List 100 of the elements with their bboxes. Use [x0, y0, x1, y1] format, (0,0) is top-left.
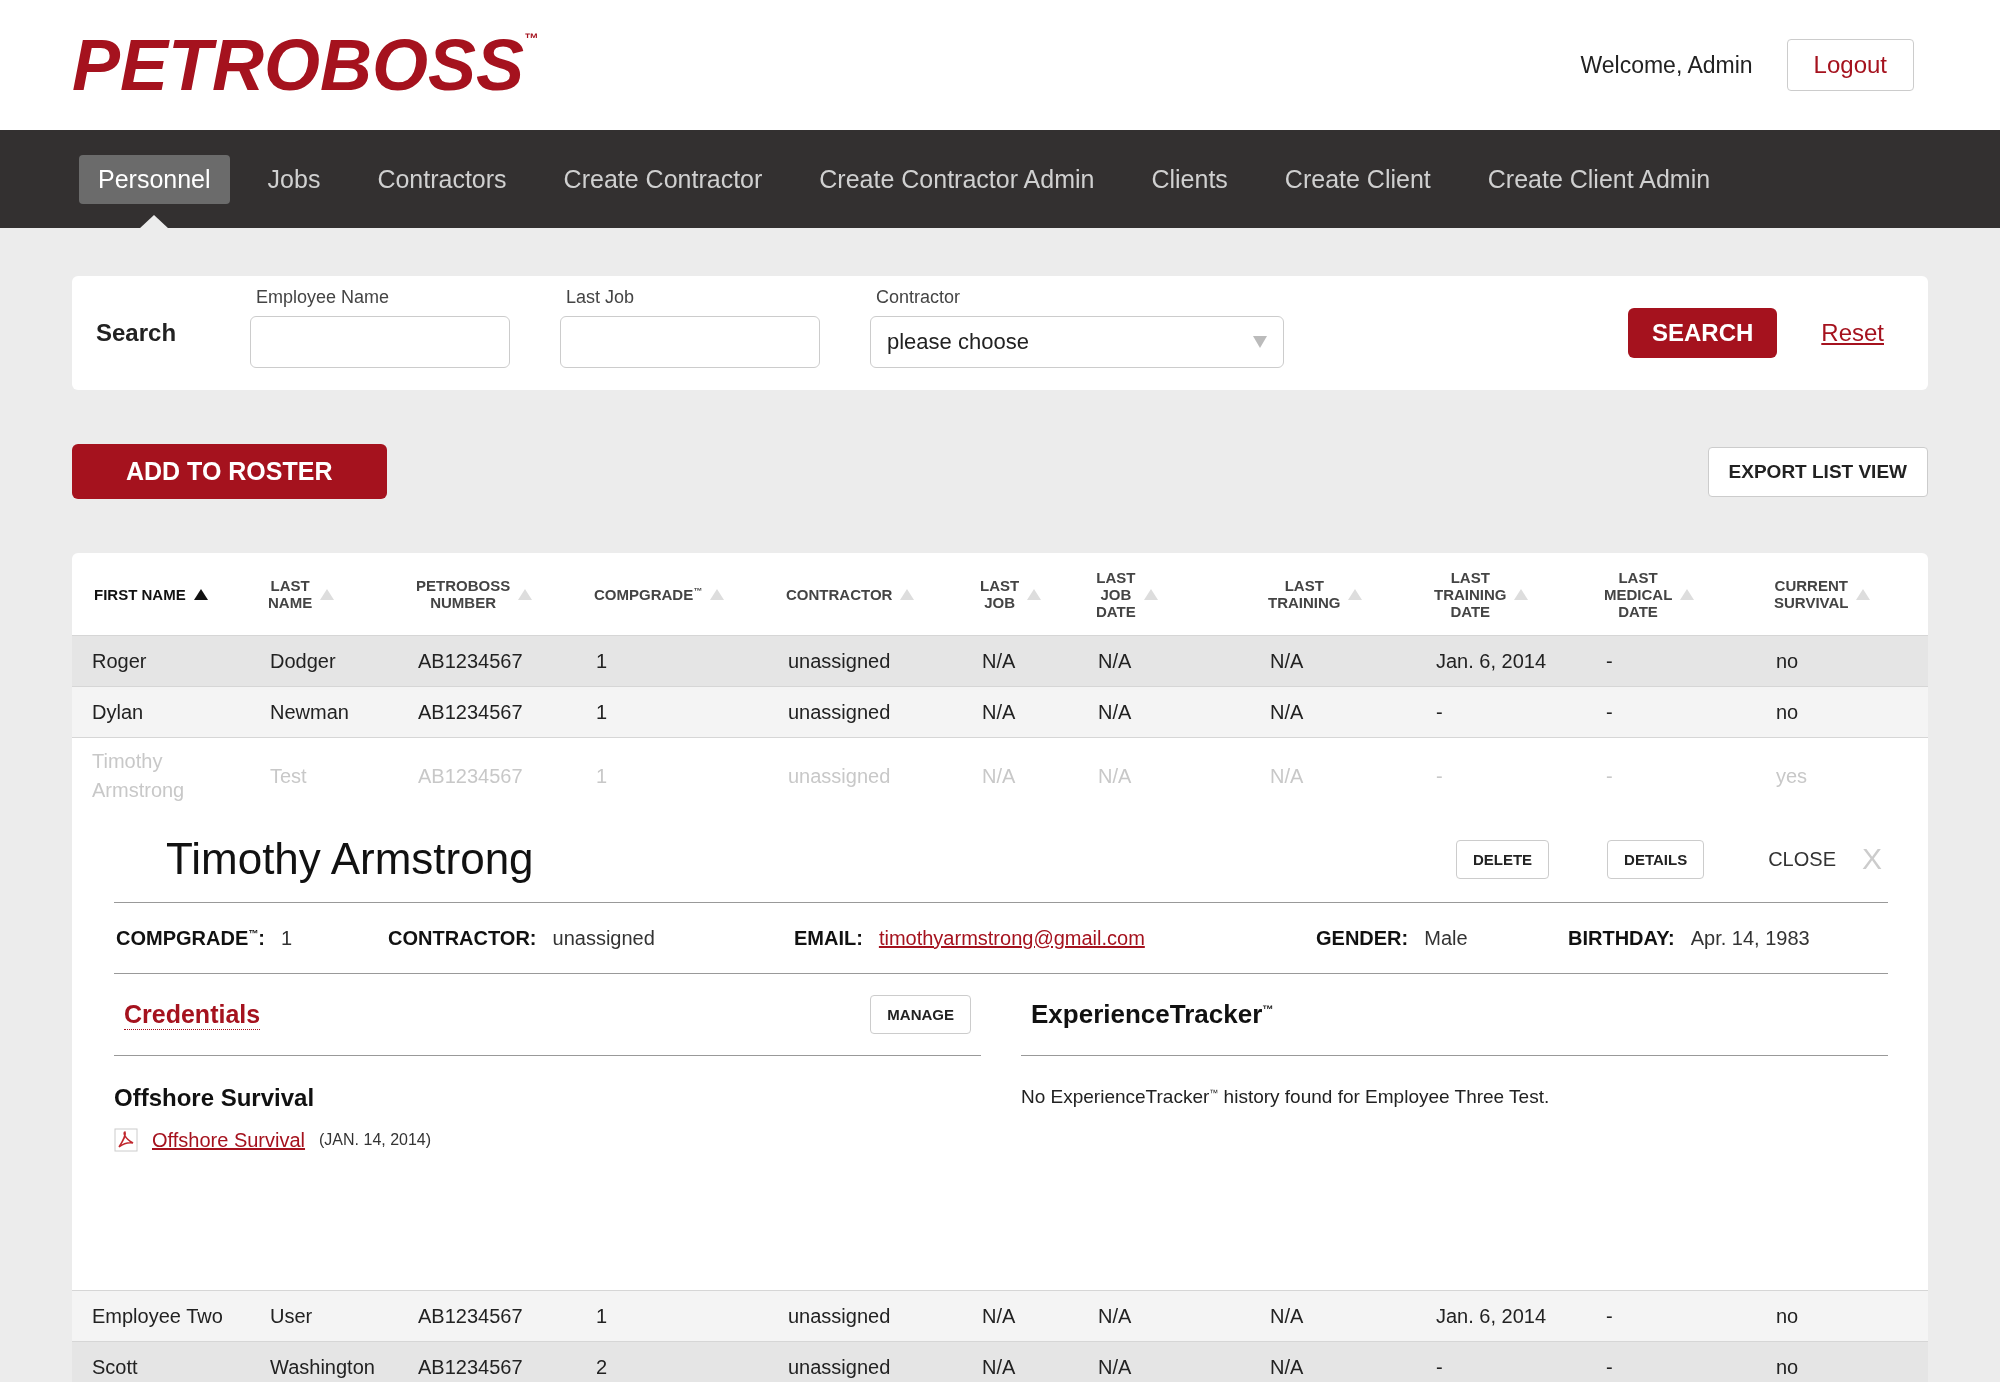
table-cell-text: Jan. 6, 2014: [1435, 1304, 1548, 1328]
nav-tab[interactable]: Jobs: [248, 154, 340, 204]
table-cell-text: no: [1775, 1355, 1800, 1379]
table-cell-text: N/A: [1097, 649, 1133, 673]
field-value: Apr. 14, 1983: [1690, 926, 1810, 950]
nav-tab[interactable]: Create Contractor: [544, 154, 782, 204]
table-row[interactable]: Roger Dodger AB1234567 1 unassigned N/A N/A N/A Jan. 6, 2014 - no: [72, 635, 1928, 686]
field-label: COMPGRADE$^{™}$:: [116, 926, 265, 950]
table-cell-text: no: [1775, 700, 1800, 724]
table-cell-text: N/A: [981, 649, 1017, 673]
table-cell-text: -: [1435, 764, 1444, 788]
table-cell-text: no: [1775, 1304, 1800, 1328]
table-cell-text: 1: [595, 700, 609, 724]
field-label: CONTRACTOR:: [388, 926, 537, 950]
table-cell-text: 1: [595, 649, 609, 673]
table-cell-text: Newman: [269, 700, 350, 724]
field-value: Male: [1424, 926, 1468, 950]
table-cell-text: N/A: [1097, 700, 1133, 724]
welcome-text: Welcome, Admin: [1580, 51, 1753, 79]
table-cell-text: -: [1605, 1355, 1614, 1379]
table-cell-text: -: [1435, 1355, 1444, 1379]
column-header[interactable]: CONTRACTOR: [768, 585, 962, 603]
table-cell-text: User: [269, 1304, 314, 1328]
export-list-view-button[interactable]: EXPORT LIST VIEW: [1707, 446, 1928, 497]
credential-date: (JAN. 14, 2014): [319, 1131, 432, 1149]
table-cell-text: 1: [595, 1304, 609, 1328]
column-header[interactable]: LAST JOB DATE: [1078, 568, 1250, 620]
employee-name: Timothy Armstrong: [166, 834, 534, 884]
table-cell-text: N/A: [981, 1355, 1017, 1379]
column-header[interactable]: PETROBOSS NUMBER: [398, 577, 576, 611]
column-header[interactable]: CURRENT SURVIVAL: [1756, 577, 1928, 611]
search-button[interactable]: SEARCH: [1627, 308, 1778, 358]
field-label: BIRTHDAY:: [1568, 926, 1675, 950]
nav-tab[interactable]: Create Client: [1265, 154, 1450, 204]
logout-button[interactable]: Logout: [1786, 39, 1914, 91]
table-cell-text: -: [1605, 700, 1614, 724]
column-header[interactable]: LAST NAME: [250, 577, 398, 611]
nav-tab[interactable]: Contractors: [358, 154, 526, 204]
table-cell-text: N/A: [1269, 1355, 1305, 1379]
column-header[interactable]: COMPGRADE$^{™}$: [576, 585, 768, 603]
table-cell-text: N/A: [981, 700, 1017, 724]
table-cell-text: unassigned: [787, 649, 892, 673]
table-cell-text: Washington: [269, 1355, 376, 1379]
field-label: GENDER:: [1316, 926, 1409, 950]
input-field[interactable]: [250, 315, 510, 368]
contractor-select[interactable]: please choose: [870, 315, 1284, 368]
nav-tab[interactable]: Create Contractor Admin: [800, 154, 1114, 204]
column-header[interactable]: LAST TRAINING DATE: [1416, 568, 1586, 620]
active-tab-pointer-icon: [139, 214, 170, 229]
table-cell-text: Roger: [91, 649, 148, 673]
credentials-link[interactable]: Credentials: [124, 999, 261, 1030]
experience-tracker-title: ExperienceTracker$^{™}$: [1031, 999, 1274, 1030]
petroboss-logo: PETROBOSS$^{™}$: [72, 24, 539, 106]
table-cell-text: Jan. 6, 2014: [1435, 649, 1548, 673]
field-value: 1: [280, 926, 293, 950]
table-cell-text: N/A: [981, 1304, 1017, 1328]
email-link[interactable]: timothyarmstrong@gmail.com: [878, 926, 1145, 950]
field-label: EMAIL:: [794, 926, 863, 950]
table-cell-text: -: [1605, 1304, 1614, 1328]
credential-group-title: Offshore Survival: [114, 1084, 316, 1112]
table-cell-text: no: [1775, 649, 1800, 673]
table-row[interactable]: Dylan Newman AB1234567 1 unassigned N/A N/A N/A - - no: [72, 686, 1928, 737]
table-cell-text: Scott: [91, 1355, 139, 1379]
table-cell-text: Dylan: [91, 700, 145, 724]
table-cell-text: Employee Two: [91, 1304, 224, 1328]
reset-link[interactable]: Reset: [1821, 319, 1884, 347]
table-cell-text: -: [1605, 649, 1614, 673]
add-to-roster-button[interactable]: ADD TO ROSTER: [72, 444, 387, 499]
column-header[interactable]: LAST MEDICAL DATE: [1586, 568, 1756, 620]
nav-tab[interactable]: Clients: [1132, 154, 1247, 204]
table-cell-text: N/A: [1269, 700, 1305, 724]
table-cell-text: N/A: [1097, 1304, 1133, 1328]
table-cell-text: -: [1435, 700, 1444, 724]
table-cell-text: unassigned: [787, 700, 892, 724]
table-row[interactable]: Scott Washington AB1234567 2 unassigned N/A N/A N/A - - no: [72, 1341, 1928, 1382]
table-cell-text: N/A: [1269, 1304, 1305, 1328]
detail-action-button[interactable]: DETAILS: [1607, 839, 1705, 879]
credential-file-link[interactable]: Offshore Survival: [152, 1128, 306, 1152]
field-label: Contractor: [876, 286, 962, 308]
field-label: Last Job: [566, 286, 636, 308]
table-cell-text: AB1234567: [417, 1304, 524, 1328]
field-value: unassigned: [552, 926, 655, 950]
table-cell-text: AB1234567: [417, 1355, 524, 1379]
table-cell-text: N/A: [1269, 649, 1305, 673]
column-header[interactable]: LAST TRAINING: [1250, 577, 1416, 611]
field-label: Employee Name: [256, 286, 391, 308]
input-field[interactable]: [560, 315, 820, 368]
table-cell-text: unassigned: [787, 1304, 892, 1328]
table-cell-text: Dodger: [269, 649, 337, 673]
table-cell-text: 2: [595, 1355, 609, 1379]
table-row[interactable]: Employee Two User AB1234567 1 unassigned N/A N/A N/A Jan. 6, 2014 - no: [72, 1290, 1928, 1341]
table-cell-text: AB1234567: [417, 649, 524, 673]
nav-tab[interactable]: Personnel: [79, 154, 230, 204]
manage-button[interactable]: MANAGE: [870, 995, 971, 1034]
detail-action-button[interactable]: DELETE: [1455, 839, 1550, 879]
column-header[interactable]: LAST JOB: [962, 577, 1078, 611]
nav-tab[interactable]: Create Client Admin: [1468, 154, 1730, 204]
table-cell-text: unassigned: [787, 1355, 892, 1379]
pdf-file-icon: [114, 1128, 138, 1152]
column-header[interactable]: FIRST NAME: [72, 585, 250, 603]
